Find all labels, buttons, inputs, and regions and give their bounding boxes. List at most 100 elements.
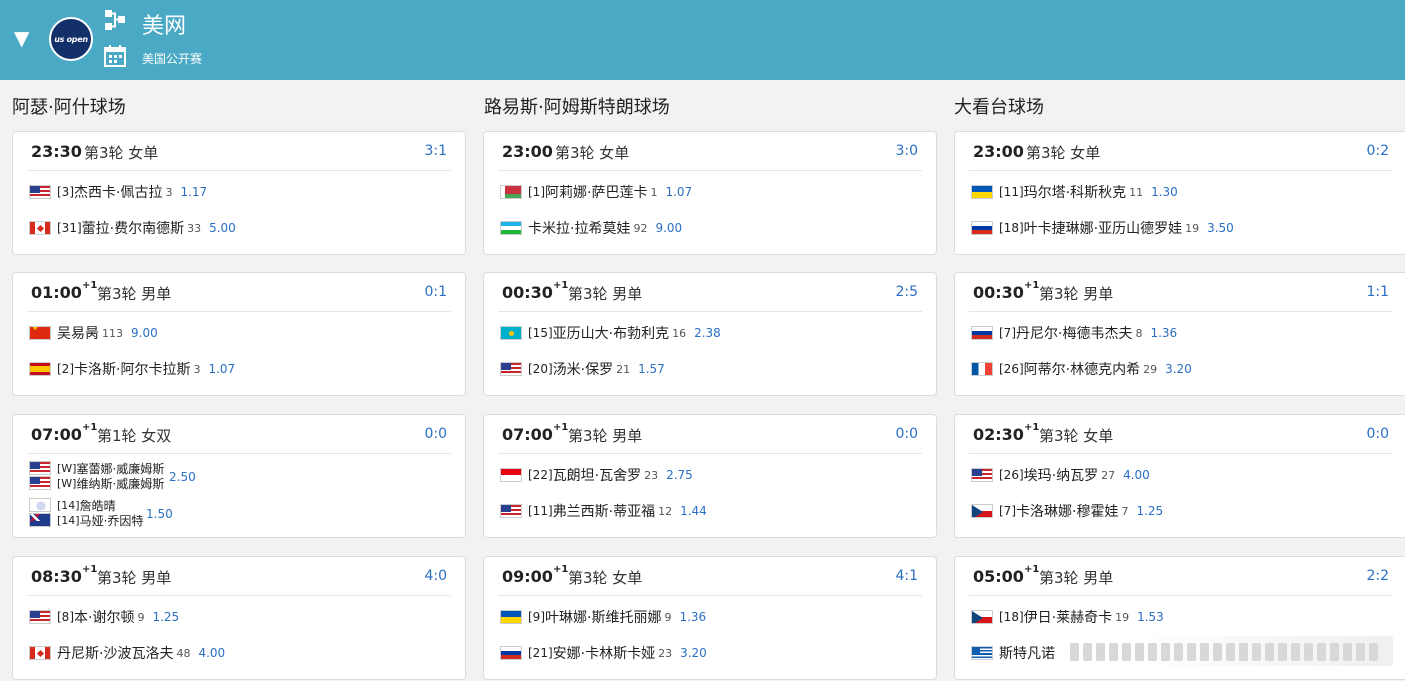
calendar-icon[interactable] [104, 45, 126, 67]
player-row[interactable]: [15] 亚历山大·布勃利克 16 2.38 [500, 324, 721, 342]
player-name[interactable]: 丹尼尔·梅德韦杰夫 [1016, 323, 1132, 343]
match-card[interactable]: 07:00+1 第3轮 男单 0:0 [22] 瓦朗坦·瓦舍罗 23 2.75 [11] 弗兰西… [483, 414, 937, 538]
player-odds[interactable]: 5.00 [209, 221, 236, 235]
match-card[interactable]: 01:00+1第3轮 男单 0:1 吴易昺113 9.00 [2]卡洛斯·阿尔卡拉斯31… [12, 272, 466, 396]
player-row[interactable]: [22] 瓦朗坦·瓦舍罗 23 2.75 [500, 466, 693, 484]
player-name[interactable]: 伊日·莱赫奇卡 [1024, 607, 1112, 627]
team-odds[interactable]: 1.50 [146, 507, 173, 521]
player-odds[interactable]: 9.00 [131, 326, 158, 340]
card-divider [498, 311, 922, 312]
player-row[interactable]: [31] 蕾拉·费尔南德斯 33 5.00 [29, 219, 236, 237]
match-card[interactable]: 00:30+1 第3轮 男单 1:1 [7] 丹尼尔·梅德韦杰夫 8 1.36 [26] 阿蒂尔… [954, 272, 1405, 396]
match-card[interactable]: 08:30+1 第3轮 男单 4:0 [8] 本·谢尔顿 9 1.25 丹尼斯·沙波瓦洛夫 48… [12, 556, 466, 680]
player-name[interactable]: 维纳斯·威廉姆斯 [76, 475, 164, 492]
next-day-marker: +1 [1023, 564, 1040, 575]
player-odds[interactable]: 1.25 [152, 610, 179, 624]
player-row[interactable]: [21] 安娜·卡林斯卡娅 23 3.20 [500, 644, 707, 662]
match-time: 07:00+1 [502, 422, 568, 444]
next-day-marker: +1 [552, 280, 569, 291]
player-row[interactable]: 斯特凡诺 [971, 644, 1055, 662]
player-row[interactable]: [3] 杰西卡·佩古拉 3 1.17 [29, 183, 207, 201]
player-odds[interactable]: 2.75 [666, 468, 693, 482]
player-name[interactable]: 叶卡捷琳娜·亚历山德罗娃 [1024, 218, 1182, 238]
player-odds[interactable]: 1.07 [208, 362, 235, 376]
player-name[interactable]: 亚历山大·布勃利克 [553, 323, 669, 343]
match-card[interactable]: 23:30 第3轮 女单 3:1 [3] 杰西卡·佩古拉 3 1.17 [31] 蕾拉·费尔南德… [12, 131, 466, 255]
player-odds[interactable]: 1.57 [638, 362, 665, 376]
player-name[interactable]: 本·谢尔顿 [74, 607, 134, 627]
player-odds[interactable]: 1.36 [1150, 326, 1177, 340]
player-row[interactable]: [2] 卡洛斯·阿尔卡拉斯 3 1.07 [29, 360, 235, 378]
player-odds[interactable]: 1.25 [1136, 504, 1163, 518]
match-time-value: 00:30 [502, 283, 553, 302]
player-name[interactable]: 汤米·保罗 [553, 359, 613, 379]
player-odds[interactable]: 9.00 [655, 221, 682, 235]
player-odds[interactable]: 1.17 [180, 185, 207, 199]
player-row[interactable]: [26] 阿蒂尔·林德克内希 29 3.20 [971, 360, 1192, 378]
match-card[interactable]: 00:30+1 第3轮 男单 2:5 [15] 亚历山大·布勃利克 16 2.38 [20] 汤… [483, 272, 937, 396]
player-odds[interactable]: 1.30 [1151, 185, 1178, 199]
match-time: 23:00 [973, 142, 1024, 161]
player-odds[interactable]: 4.00 [1123, 468, 1150, 482]
match-card[interactable]: 23:00 第3轮 女单 3:0 [1] 阿莉娜·萨巴莲卡 1 1.07 卡米拉·拉希莫娃 92… [483, 131, 937, 255]
player-row[interactable]: [20] 汤米·保罗 21 1.57 [500, 360, 665, 378]
player-name[interactable]: 弗兰西斯·蒂亚福 [553, 501, 655, 521]
player-row[interactable]: [11] 玛尔塔·科斯秋克 11 1.30 [971, 183, 1178, 201]
player-odds[interactable]: 4.00 [198, 646, 225, 660]
player-odds[interactable]: 3.20 [1165, 362, 1192, 376]
match-card[interactable]: 09:00+1 第3轮 女单 4:1 [9] 叶琳娜·斯维托丽娜 9 1.36 [21] 安娜·… [483, 556, 937, 680]
player-name[interactable]: 马娅·乔因特 [80, 512, 144, 529]
player-row[interactable]: [8] 本·谢尔顿 9 1.25 [29, 608, 179, 626]
player-row[interactable]: [14] 马娅·乔因特 [29, 512, 144, 529]
player-row[interactable]: [14] 詹皓晴 [29, 498, 116, 513]
match-time: 07:00+1 [31, 422, 97, 444]
bracket-icon[interactable] [104, 9, 126, 31]
player-row[interactable]: [7] 丹尼尔·梅德韦杰夫 8 1.36 [971, 324, 1177, 342]
player-row[interactable]: 丹尼斯·沙波瓦洛夫 48 4.00 [29, 644, 225, 662]
player-name[interactable]: 阿莉娜·萨巴莲卡 [545, 182, 647, 202]
player-row[interactable]: [9] 叶琳娜·斯维托丽娜 9 1.36 [500, 608, 706, 626]
player-row[interactable]: [W] 塞蕾娜·威廉姆斯 [29, 461, 164, 476]
player-row[interactable]: [26] 埃玛·纳瓦罗 27 4.00 [971, 466, 1150, 484]
player-row[interactable]: [1] 阿莉娜·萨巴莲卡 1 1.07 [500, 183, 692, 201]
player-name[interactable]: 吴易昺 [57, 323, 99, 343]
tournament-title: 美网 [142, 14, 187, 39]
player-row[interactable]: [11] 弗兰西斯·蒂亚福 12 1.44 [500, 502, 707, 520]
player-name[interactable]: 丹尼斯·沙波瓦洛夫 [57, 643, 173, 663]
player-name[interactable]: 卡洛斯·阿尔卡拉斯 [74, 359, 190, 379]
match-card[interactable]: 02:30+1 第3轮 女单 0:0 [26] 埃玛·纳瓦罗 27 4.00 [7] 卡洛琳娜·… [954, 414, 1405, 538]
player-odds[interactable]: 1.53 [1137, 610, 1164, 624]
player-seed: [31] [57, 221, 82, 235]
player-odds[interactable]: 3.50 [1207, 221, 1234, 235]
player-name[interactable]: 卡米拉·拉希莫娃 [528, 218, 630, 238]
player-name[interactable]: 玛尔塔·科斯秋克 [1024, 182, 1126, 202]
player-odds[interactable]: 2.38 [694, 326, 721, 340]
player-odds[interactable]: 3.20 [680, 646, 707, 660]
player-row[interactable]: [18] 伊日·莱赫奇卡 19 1.53 [971, 608, 1164, 626]
match-round: 第3轮 女单 [84, 144, 159, 162]
player-name[interactable]: 埃玛·纳瓦罗 [1024, 465, 1098, 485]
player-row[interactable]: [7] 卡洛琳娜·穆霍娃 7 1.25 [971, 502, 1163, 520]
match-card[interactable]: 23:00 第3轮 女单 0:2 [11] 玛尔塔·科斯秋克 11 1.30 [18] 叶卡捷琳… [954, 131, 1405, 255]
player-row[interactable]: 卡米拉·拉希莫娃 92 9.00 [500, 219, 682, 237]
player-row[interactable]: [W] 维纳斯·威廉姆斯 [29, 475, 164, 492]
match-time: 09:00+1 [502, 564, 568, 586]
player-row[interactable]: [18] 叶卡捷琳娜·亚历山德罗娃 19 3.50 [971, 219, 1234, 237]
match-card[interactable]: 07:00+1 第1轮 女双 0:0 [W] 塞蕾娜·威廉姆斯 [W] 维纳斯·威廉姆斯 2.… [12, 414, 466, 538]
player-name[interactable]: 杰西卡·佩古拉 [74, 182, 162, 202]
collapse-toggle-icon[interactable]: ▼ [14, 26, 29, 50]
player-odds[interactable]: 1.44 [680, 504, 707, 518]
team-odds[interactable]: 2.50 [169, 470, 196, 484]
player-odds[interactable]: 1.07 [665, 185, 692, 199]
player-name[interactable]: 阿蒂尔·林德克内希 [1024, 359, 1140, 379]
player-odds[interactable]: 1.36 [679, 610, 706, 624]
player-name[interactable]: 叶琳娜·斯维托丽娜 [545, 607, 661, 627]
player-name[interactable]: 蕾拉·费尔南德斯 [82, 218, 184, 238]
player-name[interactable]: 斯特凡诺 [999, 643, 1055, 663]
player-name[interactable]: 安娜·卡林斯卡娅 [553, 643, 655, 663]
card-divider [27, 595, 451, 596]
player-name[interactable]: 瓦朗坦·瓦舍罗 [553, 465, 641, 485]
player-row[interactable]: 吴易昺113 9.00 [29, 324, 158, 342]
player-name[interactable]: 卡洛琳娜·穆霍娃 [1016, 501, 1118, 521]
card-divider [27, 311, 451, 312]
